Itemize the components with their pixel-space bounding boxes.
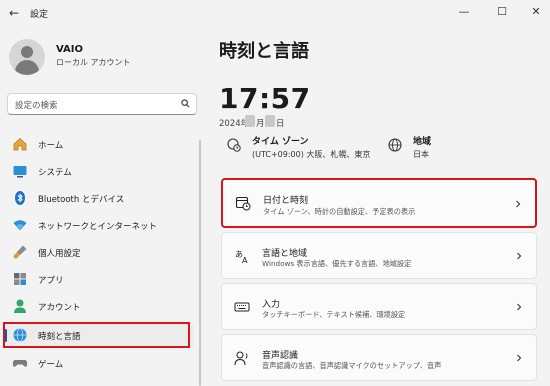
- account-icon: [14, 299, 26, 313]
- close-button[interactable]: ✕: [524, 2, 548, 22]
- sidebar-item-home[interactable]: ホーム: [4, 131, 194, 157]
- current-time: 17:57: [219, 82, 311, 115]
- sidebar-item-system[interactable]: システム: [4, 158, 194, 184]
- region-value: 日本: [413, 150, 429, 159]
- chevron-right-icon: [516, 200, 521, 208]
- calendar-clock-icon: [235, 196, 251, 211]
- chevron-right-icon: [517, 252, 522, 260]
- region-label: 地域: [413, 137, 432, 147]
- sidebar-item-bluetooth[interactable]: Bluetooth とデバイス: [4, 185, 194, 211]
- wifi-icon: [13, 220, 27, 231]
- speech-card[interactable]: 音声認識 音声認識の言語、音声認識マイクのセットアップ、音声: [221, 334, 537, 381]
- sidebar-item-label: システム: [38, 168, 72, 178]
- search-icon: [181, 99, 190, 108]
- account-type: ローカル アカウント: [56, 58, 131, 67]
- nav-scrollbar[interactable]: [199, 140, 201, 386]
- globe-icon: [388, 138, 402, 152]
- card-subtitle: タッチキーボード、テキスト候補、環境設定: [262, 310, 406, 319]
- chevron-right-icon: [517, 303, 522, 311]
- brush-icon: [13, 245, 27, 259]
- sidebar-item-network[interactable]: ネットワークとインターネット: [4, 212, 194, 238]
- sidebar-item-label: Bluetooth とデバイス: [38, 195, 125, 205]
- card-title: 日付と時刻: [263, 196, 309, 206]
- svg-text:A: A: [242, 256, 248, 264]
- card-title: 音声認識: [262, 351, 299, 361]
- language-icon: あ A: [235, 250, 248, 264]
- date-month-redacted: [245, 115, 255, 127]
- page-title: 時刻と言語: [219, 41, 309, 62]
- sidebar-item-accounts[interactable]: アカウント: [4, 293, 194, 319]
- language-region-card[interactable]: あ A 言語と地域 Windows 表示言語、優先する言語、地域設定: [221, 232, 537, 279]
- sidebar-item-label: アプリ: [38, 276, 64, 286]
- bluetooth-icon: [15, 191, 25, 205]
- title-bar: ← 設定 — ☐ ✕: [0, 0, 550, 26]
- apps-icon: [14, 273, 26, 285]
- sidebar-item-gaming[interactable]: ゲーム: [4, 350, 194, 376]
- back-icon[interactable]: ←: [6, 5, 22, 21]
- maximize-button[interactable]: ☐: [490, 2, 514, 22]
- keyboard-icon: [234, 302, 250, 312]
- minimize-button[interactable]: —: [452, 2, 476, 22]
- game-icon: [12, 360, 28, 367]
- speech-icon: [234, 351, 248, 366]
- avatar[interactable]: [9, 39, 45, 75]
- highlight-box-nav: [3, 322, 190, 348]
- card-title: 言語と地域: [262, 249, 308, 259]
- date-month-suffix: 月: [256, 119, 265, 129]
- search-placeholder: 設定の検索: [15, 101, 58, 111]
- date-time-card[interactable]: 日付と時刻 タイム ゾーン、時計の自動設定、予定表の表示: [221, 178, 537, 228]
- timezone-label: タイム ゾーン: [252, 137, 309, 147]
- chevron-right-icon: [517, 354, 522, 362]
- user-name: VAIO: [56, 44, 84, 55]
- timezone-icon: [227, 138, 241, 152]
- search-input[interactable]: 設定の検索: [7, 93, 197, 115]
- timezone-value: (UTC+09:00) 大阪、札幌、東京: [252, 150, 371, 159]
- sidebar-item-personalization[interactable]: 個人用設定: [4, 239, 194, 265]
- card-subtitle: 音声認識の言語、音声認識マイクのセットアップ、音声: [262, 361, 442, 370]
- card-title: 入力: [262, 300, 281, 310]
- card-subtitle: タイム ゾーン、時計の自動設定、予定表の表示: [263, 207, 416, 216]
- sidebar-item-apps[interactable]: アプリ: [4, 266, 194, 292]
- card-subtitle: Windows 表示言語、優先する言語、地域設定: [262, 259, 412, 268]
- system-icon: [13, 166, 27, 178]
- input-card[interactable]: 入力 タッチキーボード、テキスト候補、環境設定: [221, 283, 537, 330]
- sidebar-item-label: ホーム: [38, 141, 64, 151]
- app-title: 設定: [30, 10, 49, 20]
- sidebar-item-label: 個人用設定: [38, 249, 81, 259]
- date-day-redacted: [265, 115, 275, 127]
- sidebar-item-label: ゲーム: [38, 360, 64, 370]
- date-day-suffix: 日: [276, 119, 285, 129]
- home-icon: [13, 137, 27, 151]
- sidebar-item-label: ネットワークとインターネット: [38, 222, 158, 232]
- sidebar-item-label: アカウント: [38, 303, 81, 313]
